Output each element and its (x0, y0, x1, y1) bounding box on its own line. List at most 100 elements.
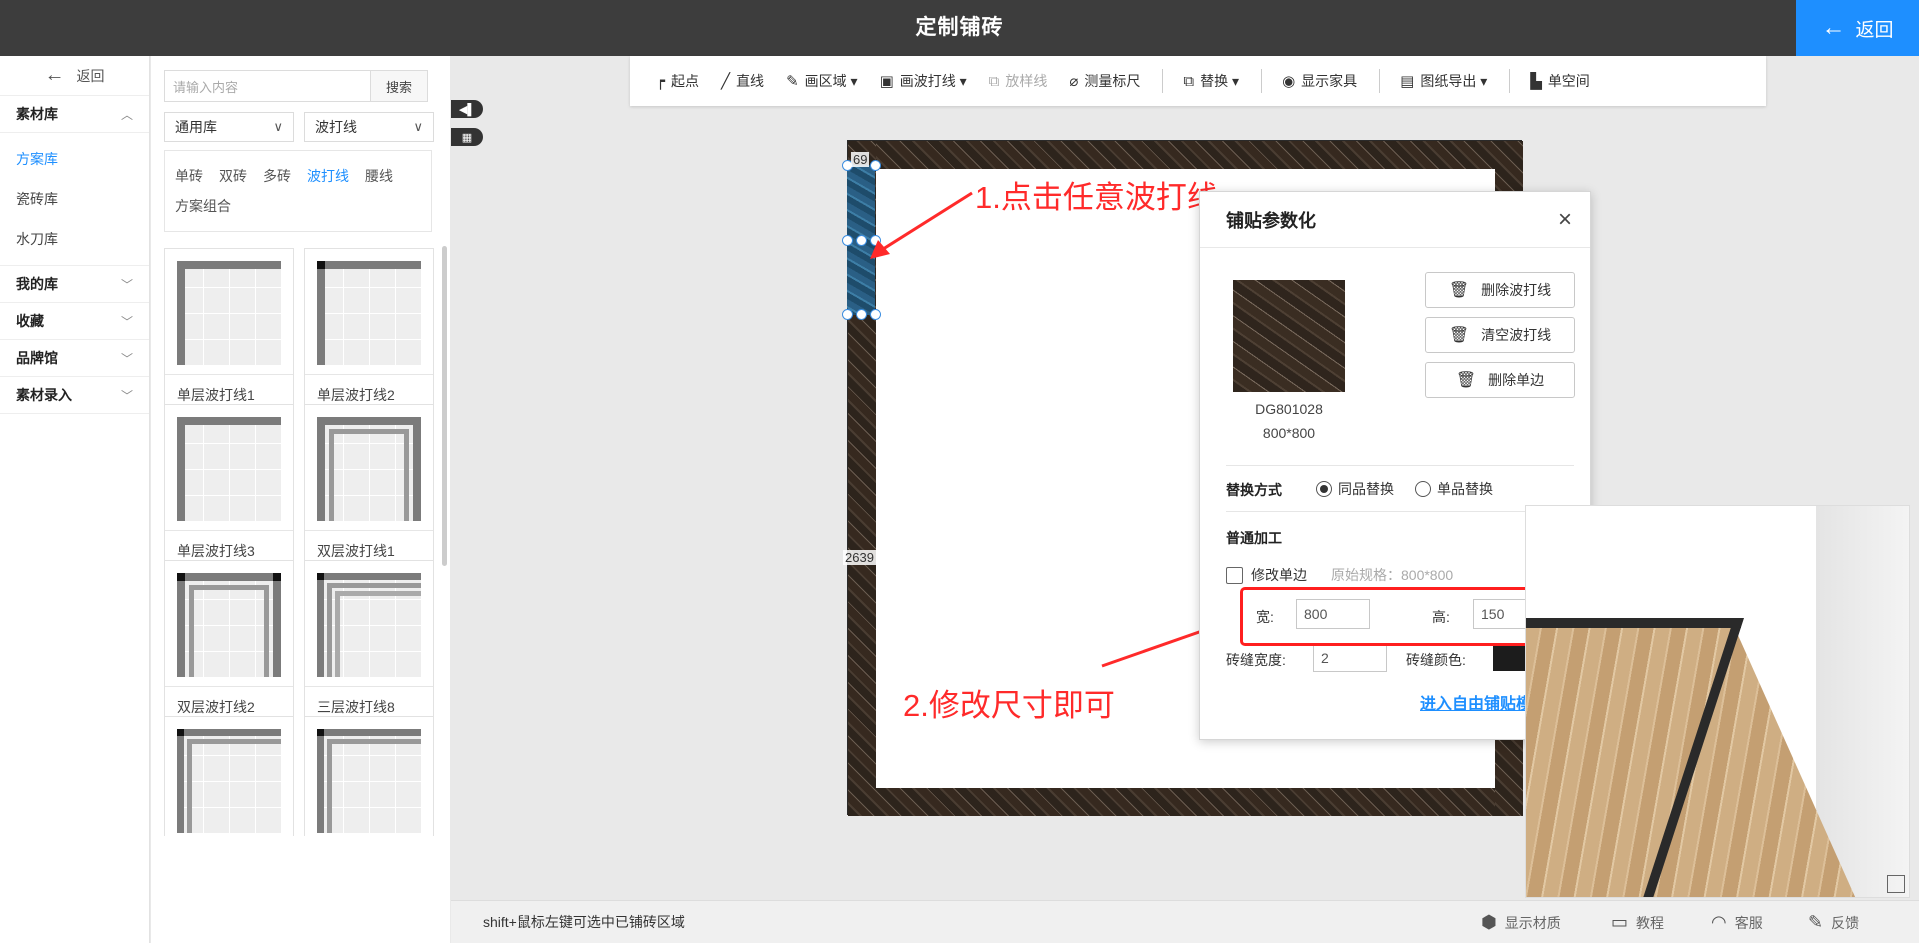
processing-label: 普通加工 (1226, 530, 1282, 546)
nav-section-favorites[interactable]: 收藏 ﹀ (0, 303, 149, 340)
radio-dot (1316, 481, 1332, 497)
delete-border-line-button[interactable]: 🗑 删除波打线 (1425, 272, 1575, 308)
search-button[interactable]: 搜索 (371, 70, 428, 102)
back-button-label: 返回 (1855, 19, 1894, 41)
tool-draw-border-line[interactable]: ▣ 画波打线 ▾ (880, 71, 967, 91)
clear-border-line-button[interactable]: 🗑 清空波打线 (1425, 317, 1575, 353)
tool-single-room[interactable]: ▙ 单空间 (1530, 71, 1590, 91)
tile-info: DG801028 800*800 (1233, 397, 1345, 445)
dimension-top: 69 (851, 152, 870, 167)
arrow-left-icon: ← (44, 64, 65, 86)
thumb-triple-border-8[interactable]: 三层波打线8 (304, 560, 434, 742)
category-waist-line[interactable]: 腰线 (365, 166, 393, 186)
nav-section-label: 素材录入 (16, 387, 72, 403)
selection-handle[interactable] (842, 309, 853, 320)
thumb-single-border-2[interactable]: 单层波打线2 (304, 248, 434, 430)
tool-start-point[interactable]: ┍ 起点 (656, 71, 699, 91)
close-icon[interactable]: × (1558, 207, 1572, 232)
leftnav-back-button[interactable]: ← 返回 (0, 56, 149, 96)
annotation-arrow-1 (870, 191, 973, 259)
tool-replace[interactable]: ⧉ 替换 ▾ (1183, 71, 1239, 91)
collapse-panel-toggle[interactable]: ◀▌ (451, 100, 483, 118)
delete-single-edge-button[interactable]: 🗑 删除单边 (1425, 362, 1575, 398)
selection-handle[interactable] (842, 235, 853, 246)
gap-color-label: 砖缝颜色: (1406, 652, 1466, 668)
thumb-image (305, 561, 433, 687)
footer-bar: shift+鼠标左键可选中已铺砖区域 ⬢ 显示材质 ▭ 教程 ◠ 客服 ✎ 反馈 (451, 900, 1919, 943)
search-input[interactable]: 请输入内容 (164, 70, 371, 102)
nav-section-my-library[interactable]: 我的库 ﹀ (0, 266, 149, 303)
chevron-down-icon: ﹀ (120, 277, 133, 292)
border-tile-top[interactable] (848, 141, 1523, 169)
thumb-image (305, 405, 433, 531)
feedback-button[interactable]: ✎ 反馈 (1808, 901, 1859, 943)
tile-code: DG801028 (1255, 401, 1323, 417)
thumb-image (165, 405, 293, 531)
footer-label: 客服 (1734, 914, 1763, 931)
back-button-top[interactable]: ← 返回 (1796, 0, 1919, 56)
thumb-partial-2[interactable] (304, 716, 434, 836)
footer-label: 反馈 (1831, 914, 1860, 931)
thumb-single-border-3[interactable]: 单层波打线3 (164, 404, 294, 586)
thumb-double-border-1[interactable]: 双层波打线1 (304, 404, 434, 586)
panel-scrollbar[interactable] (442, 246, 447, 566)
toolbar-divider (1379, 69, 1381, 93)
category-multi[interactable]: 多砖 (263, 166, 291, 186)
modify-edge-checkbox[interactable]: 修改单边 (1226, 565, 1307, 585)
selection-handle[interactable] (870, 160, 881, 171)
3d-preview[interactable] (1525, 505, 1910, 898)
thumb-partial-1[interactable] (164, 716, 294, 836)
show-material-button[interactable]: ⬢ 显示材质 (1481, 901, 1561, 943)
tool-line[interactable]: ╱ 直线 (721, 71, 764, 91)
expand-icon[interactable] (1887, 875, 1905, 893)
tile-image[interactable] (1233, 280, 1345, 392)
arrow-left-icon: ← (1821, 14, 1846, 41)
tool-label: 测量标尺 (1084, 73, 1141, 89)
thumb-image (165, 717, 293, 843)
dialog-header: 铺贴参数化 × (1200, 192, 1590, 248)
category-double[interactable]: 双砖 (219, 166, 247, 186)
radio-single-replace[interactable]: 单品替换 (1415, 479, 1493, 499)
nav-section-brands[interactable]: 品牌馆 ﹀ (0, 340, 149, 377)
annotation-highlight-box (1240, 587, 1567, 646)
nav-sub-tile[interactable]: 瓷砖库 (0, 179, 149, 219)
category-border-line[interactable]: 波打线 (307, 166, 349, 186)
category-scheme-combo[interactable]: 方案组合 (175, 196, 231, 216)
thumb-image (305, 249, 433, 375)
selection-handle[interactable] (856, 309, 867, 320)
button-label: 删除波打线 (1481, 282, 1552, 298)
nav-section-material-input[interactable]: 素材录入 ﹀ (0, 377, 149, 414)
tool-ruler[interactable]: ⌀ 测量标尺 (1069, 71, 1140, 91)
chevron-up-icon: ︿ (120, 107, 133, 122)
gap-width-input[interactable]: 2 (1313, 644, 1387, 672)
chevron-down-icon: ﹀ (120, 314, 133, 329)
preview-skirting (1526, 618, 1741, 628)
tool-lofting[interactable]: ⧉ 放样线 (989, 71, 1048, 91)
tool-label: 替换 ▾ (1200, 73, 1240, 89)
tool-label: 图纸导出 ▾ (1420, 73, 1488, 89)
thumb-single-border-1[interactable]: 单层波打线1 (164, 248, 294, 430)
category-single[interactable]: 单砖 (175, 166, 203, 186)
grid-view-toggle[interactable]: ▦ (451, 128, 483, 146)
radio-same-replace[interactable]: 同品替换 (1316, 479, 1394, 499)
nav-sub-scheme[interactable]: 方案库 (0, 139, 149, 179)
tool-label: 单空间 (1547, 73, 1590, 89)
border-tile-bottom[interactable] (848, 788, 1523, 816)
library-select[interactable]: 通用库 ∨ (164, 112, 294, 142)
chevron-down-icon: ∨ (413, 119, 423, 134)
nav-section-material[interactable]: 素材库 ︿ (0, 96, 149, 133)
selection-handle[interactable] (870, 309, 881, 320)
start-point-icon: ┍ (656, 73, 666, 90)
tool-label: 画波打线 ▾ (899, 73, 967, 89)
tool-show-furniture[interactable]: ◉ 显示家具 (1282, 71, 1357, 91)
tool-export-drawing[interactable]: ▤ 图纸导出 ▾ (1400, 71, 1487, 91)
left-nav: ← 返回 素材库 ︿ 方案库 瓷砖库 水刀库 我的库 ﹀ 收藏 ﹀ 品牌馆 ﹀ … (0, 56, 150, 943)
tutorial-button[interactable]: ▭ 教程 (1611, 901, 1664, 943)
tool-draw-area[interactable]: ✎ 画区域 ▾ (786, 71, 858, 91)
nav-sub-waterjet[interactable]: 水刀库 (0, 219, 149, 259)
nav-subs: 方案库 瓷砖库 水刀库 (0, 133, 149, 266)
thumb-image (165, 249, 293, 375)
customer-service-button[interactable]: ◠ 客服 (1711, 901, 1763, 943)
type-select[interactable]: 波打线 ∨ (304, 112, 434, 142)
thumb-double-border-2[interactable]: 双层波打线2 (164, 560, 294, 742)
